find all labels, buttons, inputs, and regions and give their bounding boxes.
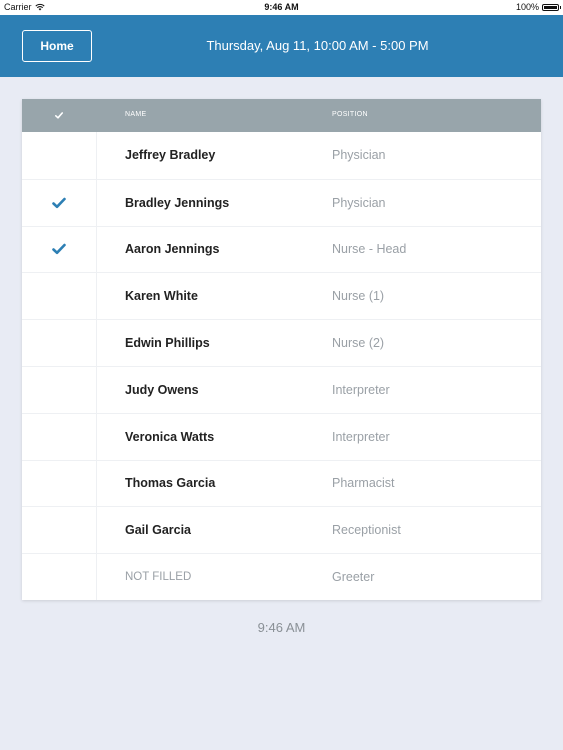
row-check-cell[interactable] (22, 179, 97, 226)
row-name: Edwin Phillips (125, 336, 210, 351)
row-name: Thomas Garcia (125, 476, 216, 491)
row-check-cell[interactable] (22, 554, 97, 600)
row-name: Aaron Jennings (125, 242, 220, 257)
row-name: NOT FILLED (125, 571, 192, 584)
table-row[interactable]: Veronica Watts Interpreter (22, 412, 541, 460)
row-name: Gail Garcia (125, 523, 192, 538)
status-time: 9:46 AM (264, 2, 299, 12)
battery-info: 100% (515, 2, 561, 12)
row-name: Judy Owens (125, 382, 199, 397)
row-name: Karen White (125, 289, 198, 304)
checkmark-icon (52, 244, 66, 255)
column-header-position: POSITION (332, 111, 368, 118)
row-position: Greeter (332, 570, 375, 585)
row-position: Interpreter (332, 429, 390, 444)
row-name: Bradley Jennings (125, 195, 230, 210)
table-row[interactable]: Aaron Jennings Nurse - Head (22, 225, 541, 273)
row-name: Veronica Watts (125, 429, 215, 444)
row-position: Physician (332, 148, 386, 163)
table-row[interactable]: Thomas Garcia Pharmacist (22, 459, 541, 507)
table-body: Jeffrey Bradley Physician Bradley Jennings… (22, 132, 541, 600)
header-check-icon (22, 99, 96, 132)
checkmark-icon (52, 197, 66, 208)
row-position: Physician (332, 195, 386, 210)
battery-icon (542, 3, 561, 11)
staff-table: NAME POSITION Jeffrey Bradley Physician Br… (22, 99, 541, 600)
table-row[interactable]: Edwin Phillips Nurse (2) (22, 319, 541, 366)
row-position: Nurse (1) (332, 289, 385, 304)
row-position: Receptionist (332, 523, 401, 538)
row-check-cell[interactable] (22, 366, 97, 413)
row-name: Jeffrey Bradley (125, 148, 216, 163)
table-row[interactable]: Jeffrey Bradley Physician (22, 132, 541, 179)
column-header-name: NAME (125, 111, 147, 118)
row-position: Nurse - Head (332, 242, 407, 257)
row-check-cell[interactable] (22, 320, 97, 366)
shift-title: Thursday, Aug 11, 10:00 AM - 5:00 PM (206, 38, 429, 53)
table-header: NAME POSITION (22, 99, 541, 132)
status-bar: Carrier 9:46 AM 100% (0, 0, 563, 15)
row-position: Pharmacist (332, 476, 395, 491)
table-row[interactable]: Gail Garcia Receptionist (22, 506, 541, 554)
table-row[interactable]: Judy Owens Interpreter (22, 365, 541, 413)
table-row[interactable]: Bradley Jennings Physician (22, 178, 541, 226)
row-check-cell[interactable] (22, 132, 97, 179)
row-check-cell[interactable] (22, 460, 97, 507)
row-check-cell[interactable] (22, 226, 97, 273)
table-row[interactable]: Karen White Nurse (1) (22, 272, 541, 320)
row-position: Interpreter (332, 382, 390, 397)
app-header: Home Thursday, Aug 11, 10:00 AM - 5:00 P… (0, 15, 563, 77)
footer-time: 9:46 AM (257, 620, 306, 635)
row-position: Nurse (2) (332, 336, 385, 351)
battery-percent: 100% (515, 2, 539, 12)
row-check-cell[interactable] (22, 273, 97, 320)
row-check-cell[interactable] (22, 413, 97, 460)
row-check-cell[interactable] (22, 507, 97, 554)
table-row[interactable]: NOT FILLED Greeter (22, 553, 541, 600)
